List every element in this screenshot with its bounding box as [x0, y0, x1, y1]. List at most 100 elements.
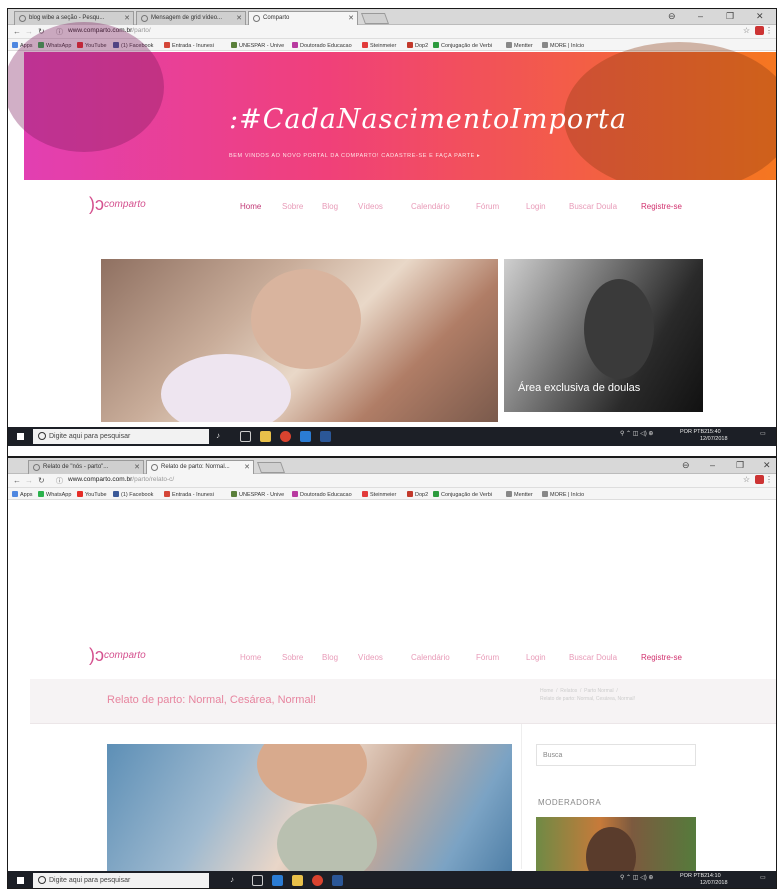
browser-tab-relato-1[interactable]: Relato de "nós - parto"... ✕: [28, 460, 144, 474]
microphone-icon[interactable]: ♪: [216, 431, 220, 440]
menu-login[interactable]: Login: [526, 202, 546, 211]
file-explorer-icon[interactable]: [260, 431, 271, 442]
close-tab-icon[interactable]: ✕: [124, 14, 130, 22]
menu-blog[interactable]: Blog: [322, 653, 338, 662]
bookmark-item[interactable]: UNESPAR - Unive: [231, 491, 284, 498]
info-icon[interactable]: ⓘ: [56, 476, 63, 486]
close-tab-icon[interactable]: ✕: [134, 463, 140, 471]
new-tab-button[interactable]: [360, 13, 390, 24]
bookmark-item[interactable]: Dop2: [407, 491, 428, 498]
menu-forum[interactable]: Fórum: [476, 202, 499, 211]
forward-arrow-icon[interactable]: →: [25, 476, 33, 485]
menu-dots-icon[interactable]: ⋮: [765, 26, 773, 35]
microphone-icon[interactable]: ♪: [230, 875, 234, 884]
menu-registre-se[interactable]: Registre-se: [641, 653, 682, 662]
bookmark-item[interactable]: YouTube: [77, 491, 107, 498]
reload-icon[interactable]: ↻: [38, 476, 45, 485]
extension-icon[interactable]: [755, 475, 764, 484]
word-icon[interactable]: [320, 431, 331, 442]
menu-login[interactable]: Login: [526, 653, 546, 662]
doulas-area-card[interactable]: Área exclusiva de doulas: [504, 259, 703, 412]
new-tab-button[interactable]: [256, 462, 286, 473]
task-view-icon[interactable]: [252, 875, 263, 886]
close-tab-icon[interactable]: ✕: [244, 463, 250, 471]
back-arrow-icon[interactable]: ←: [13, 27, 21, 36]
task-view-icon[interactable]: [240, 431, 251, 442]
menu-forum[interactable]: Fórum: [476, 653, 499, 662]
browser-tab-comparto[interactable]: Comparto ✕: [248, 11, 358, 25]
menu-calendario[interactable]: Calendário: [411, 653, 450, 662]
edge-icon[interactable]: [300, 431, 311, 442]
browser-tab-messages[interactable]: Mensagem de grid vídeo... ✕: [136, 11, 246, 25]
taskbar-search-box[interactable]: Digite aqui para pesquisar: [33, 873, 209, 888]
taskbar-clock[interactable]: 15:40 12/07/2018: [700, 429, 728, 443]
forward-arrow-icon[interactable]: →: [25, 27, 33, 36]
notifications-icon[interactable]: ▭: [760, 430, 766, 437]
chrome-icon[interactable]: [280, 431, 291, 442]
bookmark-item[interactable]: Apps: [12, 491, 33, 498]
minimize-button[interactable]: –: [710, 460, 715, 470]
bookmark-item[interactable]: Steinmeier: [362, 491, 396, 498]
close-window-button[interactable]: ✕: [763, 460, 771, 471]
breadcrumb[interactable]: Home / Relatos / Parto Normal / Relato d…: [540, 687, 635, 703]
close-tab-icon[interactable]: ✕: [236, 14, 242, 22]
system-tray-icons[interactable]: ⚲ ⌃ ◫ ◁) ⊕: [620, 874, 653, 881]
bookmark-item[interactable]: UNESPAR - Unive: [231, 42, 284, 49]
hero-banner[interactable]: :#CadaNascimentoImporta BEM VINDOS AO NO…: [8, 22, 776, 192]
sidebar-search-input[interactable]: Busca: [536, 744, 696, 766]
bookmark-item[interactable]: Mentter: [506, 42, 533, 49]
bookmark-item[interactable]: Steinmeier: [362, 42, 396, 49]
minimize-button[interactable]: –: [698, 11, 703, 21]
menu-videos[interactable]: Vídeos: [358, 202, 383, 211]
menu-home[interactable]: Home: [240, 202, 261, 211]
menu-videos[interactable]: Vídeos: [358, 653, 383, 662]
maximize-button[interactable]: ❐: [726, 11, 734, 22]
url-field[interactable]: ⓘ www.comparto.com.br/parto/: [56, 27, 716, 37]
article-photo-birth[interactable]: [107, 744, 512, 874]
menu-buscar-doula[interactable]: Buscar Doula: [569, 202, 617, 211]
windows-start-icon[interactable]: [16, 876, 25, 885]
menu-blog[interactable]: Blog: [322, 202, 338, 211]
site-logo[interactable]: )ↄcomparto: [89, 194, 146, 215]
bookmark-item[interactable]: WhatsApp: [38, 491, 71, 498]
windows-start-icon[interactable]: [16, 432, 25, 441]
url-field[interactable]: ⓘ www.comparto.com.br/parto/relato-c/: [56, 476, 716, 486]
site-logo[interactable]: )ↄcomparto: [89, 645, 146, 666]
menu-buscar-doula[interactable]: Buscar Doula: [569, 653, 617, 662]
bookmark-item[interactable]: Doutorado Educacao: [292, 491, 352, 498]
maximize-button[interactable]: ❐: [736, 460, 744, 471]
edge-icon[interactable]: [272, 875, 283, 886]
close-tab-icon[interactable]: ✕: [348, 14, 354, 22]
notifications-icon[interactable]: ▭: [760, 874, 766, 881]
taskbar-search-box[interactable]: Digite aqui para pesquisar: [33, 429, 209, 444]
bookmark-item[interactable]: Doutorado Educacao: [292, 42, 352, 49]
back-arrow-icon[interactable]: ←: [13, 476, 21, 485]
menu-sobre[interactable]: Sobre: [282, 653, 303, 662]
bookmark-item[interactable]: (1) Facebook: [113, 491, 153, 498]
menu-sobre[interactable]: Sobre: [282, 202, 303, 211]
bookmark-item[interactable]: Conjugação de Verbi: [433, 42, 492, 49]
moderator-photo[interactable]: [536, 817, 696, 872]
bookmark-star-icon[interactable]: ☆: [743, 475, 750, 484]
bookmark-item[interactable]: Entrada - Inunesi: [164, 42, 214, 49]
menu-home[interactable]: Home: [240, 653, 261, 662]
menu-dots-icon[interactable]: ⋮: [765, 475, 773, 484]
bookmark-item[interactable]: Mentter: [506, 491, 533, 498]
chrome-icon[interactable]: [312, 875, 323, 886]
system-tray-icons[interactable]: ⚲ ⌃ ◫ ◁) ⊕: [620, 430, 653, 437]
doulas-area-caption[interactable]: Área exclusiva de doulas: [518, 382, 640, 394]
file-explorer-icon[interactable]: [292, 875, 303, 886]
profile-icon[interactable]: ⊖: [668, 11, 676, 22]
bookmark-item[interactable]: MORE | Início: [542, 491, 584, 498]
menu-registre-se[interactable]: Registre-se: [641, 202, 682, 211]
profile-icon[interactable]: ⊖: [682, 460, 690, 471]
menu-calendario[interactable]: Calendário: [411, 202, 450, 211]
extension-icon[interactable]: [755, 26, 764, 35]
close-window-button[interactable]: ✕: [756, 11, 764, 22]
taskbar-clock[interactable]: 14:10 12/07/2018: [700, 873, 728, 887]
browser-tab-relato-2[interactable]: Relato de parto: Normal... ✕: [146, 460, 254, 474]
bookmark-item[interactable]: Entrada - Inunesi: [164, 491, 214, 498]
banner-subtitle[interactable]: BEM VINDOS AO NOVO PORTAL DA COMPARTO! C…: [229, 153, 480, 159]
bookmark-item[interactable]: Conjugação de Verbi: [433, 491, 492, 498]
bookmark-star-icon[interactable]: ☆: [743, 26, 750, 35]
